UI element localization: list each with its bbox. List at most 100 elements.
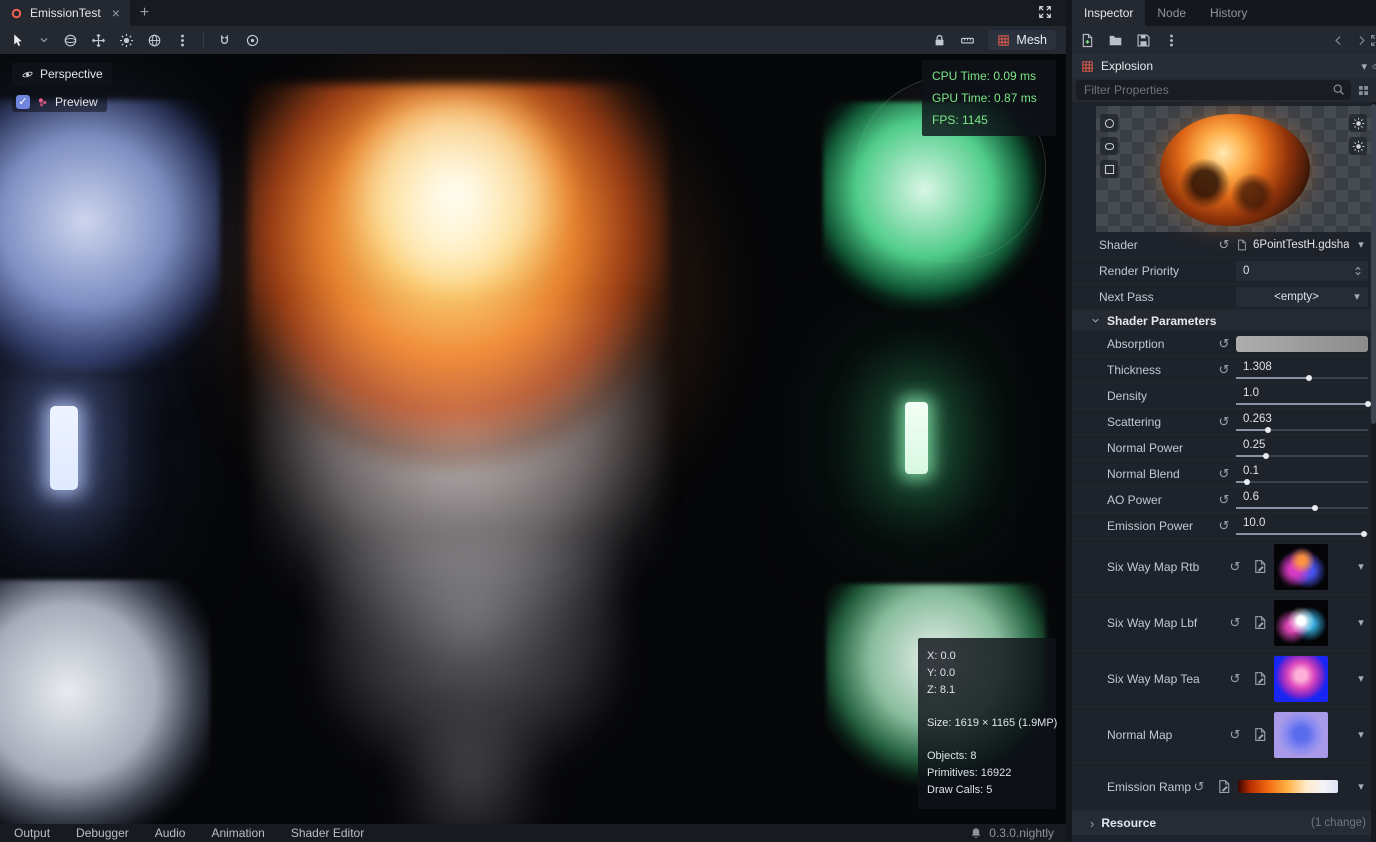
fps-stat: FPS: 1145 bbox=[932, 113, 1046, 127]
scene-tab-bar: EmissionTest × + bbox=[0, 0, 1066, 26]
save-resource-icon[interactable] bbox=[1136, 33, 1151, 48]
edited-object-row[interactable]: Explosion ▾ bbox=[1072, 54, 1376, 78]
preview-shape-capsule-icon[interactable] bbox=[1100, 137, 1118, 155]
preview-checkbox[interactable]: ✓ bbox=[16, 95, 30, 109]
texture-preview-rtb[interactable] bbox=[1274, 544, 1328, 590]
scrollbar-thumb[interactable] bbox=[1371, 104, 1376, 424]
texture-edit-icon[interactable] bbox=[1253, 671, 1268, 686]
tab-history[interactable]: History bbox=[1198, 0, 1259, 26]
texture-preview-lbf[interactable] bbox=[1274, 600, 1328, 646]
dock-icon[interactable] bbox=[1370, 34, 1376, 47]
render-priority-spinbox[interactable]: 0 bbox=[1236, 261, 1368, 281]
3d-viewport[interactable]: Perspective ✓ Preview CPU Time: 0.09 ms … bbox=[0, 54, 1066, 824]
chevron-down-icon[interactable]: ▾ bbox=[1354, 616, 1368, 629]
slider-grabber[interactable] bbox=[1312, 505, 1318, 511]
shader-dropdown[interactable]: 6PointTestH.gdsha ▾ bbox=[1236, 238, 1368, 251]
property-label: Absorption bbox=[1072, 337, 1216, 351]
focus-tool-icon[interactable] bbox=[245, 33, 260, 48]
bottom-tab-shader-editor[interactable]: Shader Editor bbox=[291, 826, 364, 840]
scattering-slider[interactable]: 0.263 bbox=[1236, 411, 1368, 433]
scene-tab-label: EmissionTest bbox=[30, 6, 101, 20]
texture-edit-icon[interactable] bbox=[1253, 615, 1268, 630]
bottom-tab-audio[interactable]: Audio bbox=[155, 826, 186, 840]
preview-shape-sphere-icon[interactable] bbox=[1100, 114, 1118, 132]
section-shader-parameters[interactable]: Shader Parameters bbox=[1072, 310, 1376, 331]
sphere-tool-icon[interactable] bbox=[63, 33, 78, 48]
bottom-tab-animation[interactable]: Animation bbox=[211, 826, 264, 840]
revert-icon[interactable]: ↺ bbox=[1216, 336, 1232, 352]
chevron-down-icon[interactable]: ▾ bbox=[1361, 60, 1367, 73]
property-label: Emission Power bbox=[1072, 519, 1216, 533]
perspective-menu-button[interactable]: Perspective bbox=[12, 63, 112, 85]
revert-icon[interactable]: ↺ bbox=[1216, 362, 1232, 378]
texture-preview-tea[interactable] bbox=[1274, 656, 1328, 702]
normal-blend-slider[interactable]: 0.1 bbox=[1236, 463, 1368, 485]
add-scene-tab-button[interactable]: + bbox=[140, 4, 149, 22]
next-pass-dropdown[interactable]: <empty> ▾ bbox=[1236, 287, 1368, 307]
absorption-color-swatch[interactable] bbox=[1236, 336, 1368, 352]
slider-grabber[interactable] bbox=[1263, 453, 1269, 459]
expand-viewport-icon[interactable] bbox=[1038, 5, 1052, 19]
section-resource[interactable]: › Resource (1 change) bbox=[1072, 811, 1376, 835]
revert-icon[interactable]: ↺ bbox=[1227, 559, 1243, 575]
lock-icon[interactable] bbox=[932, 33, 947, 48]
preview-shape-box-icon[interactable] bbox=[1100, 160, 1118, 178]
tab-inspector[interactable]: Inspector bbox=[1072, 0, 1145, 26]
slider-grabber[interactable] bbox=[1361, 531, 1367, 537]
bottom-tab-output[interactable]: Output bbox=[14, 826, 50, 840]
density-slider[interactable]: 1.0 bbox=[1236, 385, 1368, 407]
preview-light-1-icon[interactable] bbox=[1349, 114, 1367, 132]
bottom-tab-debugger[interactable]: Debugger bbox=[76, 826, 129, 840]
environment-tool-icon[interactable] bbox=[147, 33, 162, 48]
revert-icon[interactable]: ↺ bbox=[1227, 615, 1243, 631]
chevron-down-icon[interactable]: ▾ bbox=[1354, 780, 1368, 793]
chevron-down-icon[interactable]: ▾ bbox=[1354, 560, 1368, 573]
filter-options-icon[interactable] bbox=[1355, 84, 1372, 97]
ao-power-slider[interactable]: 0.6 bbox=[1236, 489, 1368, 511]
slider-grabber[interactable] bbox=[1244, 479, 1250, 485]
select-tool-icon[interactable] bbox=[10, 33, 25, 48]
snap-tool-icon[interactable] bbox=[217, 33, 232, 48]
preview-light-2-icon[interactable] bbox=[1349, 137, 1367, 155]
texture-edit-icon[interactable] bbox=[1253, 559, 1268, 574]
mesh-mode-button[interactable]: Mesh bbox=[988, 30, 1056, 50]
spin-updown-icon[interactable] bbox=[1352, 265, 1364, 277]
move-tool-icon[interactable] bbox=[91, 33, 106, 48]
texture-preview-normal-map[interactable] bbox=[1274, 712, 1328, 758]
sun-tool-icon[interactable] bbox=[119, 33, 134, 48]
more-options-icon[interactable] bbox=[175, 33, 190, 48]
texture-edit-icon[interactable] bbox=[1217, 779, 1232, 794]
revert-icon[interactable]: ↺ bbox=[1216, 466, 1232, 482]
revert-icon[interactable]: ↺ bbox=[1216, 518, 1232, 534]
extra-dock-icon[interactable] bbox=[1371, 60, 1376, 72]
normal-power-slider[interactable]: 0.25 bbox=[1236, 437, 1368, 459]
revert-icon[interactable]: ↺ bbox=[1227, 727, 1243, 743]
revert-icon[interactable]: ↺ bbox=[1191, 779, 1207, 795]
revert-icon[interactable]: ↺ bbox=[1216, 414, 1232, 430]
select-tool-chevron-icon[interactable] bbox=[38, 34, 50, 46]
tab-node[interactable]: Node bbox=[1145, 0, 1198, 26]
emission-power-slider[interactable]: 10.0 bbox=[1236, 515, 1368, 537]
ruler-icon[interactable] bbox=[960, 33, 975, 48]
texture-edit-icon[interactable] bbox=[1253, 727, 1268, 742]
filter-properties-input[interactable] bbox=[1076, 80, 1351, 100]
load-resource-folder-icon[interactable] bbox=[1108, 33, 1123, 48]
slider-grabber[interactable] bbox=[1306, 375, 1312, 381]
chevron-down-icon[interactable]: ▾ bbox=[1354, 672, 1368, 685]
inspector-scrollbar[interactable] bbox=[1371, 102, 1376, 842]
chevron-down-icon[interactable]: ▾ bbox=[1354, 728, 1368, 741]
explosion-fire-render bbox=[248, 84, 668, 474]
close-tab-icon[interactable]: × bbox=[112, 5, 120, 21]
slider-grabber[interactable] bbox=[1265, 427, 1271, 433]
revert-icon[interactable]: ↺ bbox=[1216, 492, 1232, 508]
revert-icon[interactable]: ↺ bbox=[1227, 671, 1243, 687]
history-forward-icon[interactable] bbox=[1355, 34, 1368, 47]
new-resource-icon[interactable] bbox=[1080, 33, 1095, 48]
notification-bell-icon[interactable] bbox=[970, 827, 982, 839]
revert-icon[interactable]: ↺ bbox=[1216, 237, 1232, 253]
scene-tab-emissiontest[interactable]: EmissionTest × bbox=[0, 0, 130, 26]
resource-options-icon[interactable] bbox=[1164, 33, 1179, 48]
emission-ramp-gradient[interactable] bbox=[1238, 780, 1338, 793]
history-back-icon[interactable] bbox=[1332, 34, 1345, 47]
thickness-slider[interactable]: 1.308 bbox=[1236, 359, 1368, 381]
